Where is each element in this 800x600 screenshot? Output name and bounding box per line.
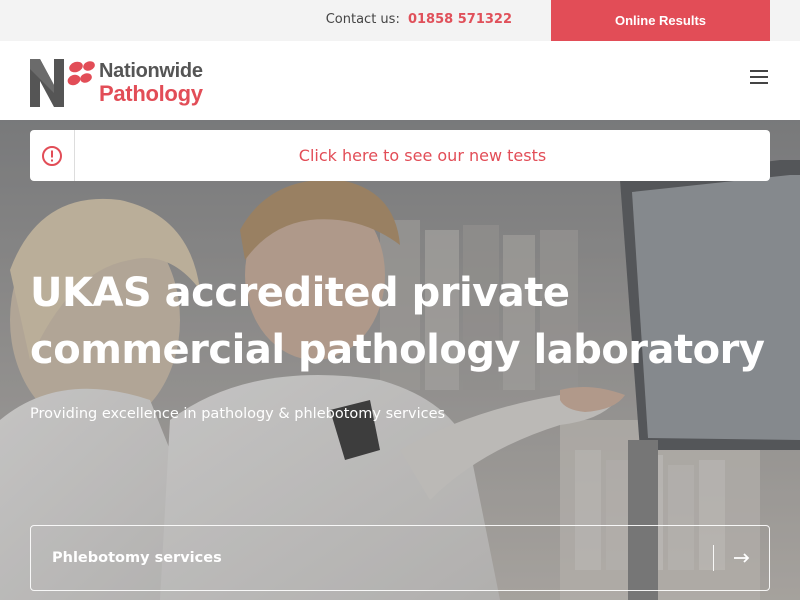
phlebotomy-services-button[interactable]: Phlebotomy services [30, 525, 770, 591]
service-label: Phlebotomy services [52, 550, 222, 566]
logo-line-2: Pathology [99, 81, 203, 106]
hero-title-line-2: commercial pathology laboratory [30, 327, 765, 373]
hero-subtitle: Providing excellence in pathology & phle… [30, 406, 446, 422]
hero-section: Click here to see our new tests UKAS acc… [0, 120, 800, 600]
arrow-right-icon [713, 545, 769, 571]
contact-info: Contact us: 01858 571322 [326, 12, 512, 27]
top-bar: Contact us: 01858 571322 Online Results [0, 0, 800, 41]
logo[interactable]: Nationwide Pathology [30, 59, 230, 107]
logo-wordmark: Nationwide Pathology [99, 61, 203, 105]
alert-circle-icon [30, 130, 75, 181]
new-tests-notice[interactable]: Click here to see our new tests [30, 130, 770, 181]
new-tests-link[interactable]: Click here to see our new tests [75, 146, 770, 165]
logo-line-1: Nationwide [99, 60, 203, 82]
contact-label: Contact us: [325, 12, 400, 27]
logo-mark-icon [30, 59, 95, 107]
hero-title-line-1: UKAS accredited private [30, 270, 570, 316]
site-header: Nationwide Pathology [0, 41, 800, 120]
phone-number-link[interactable]: 01858 571322 [408, 12, 512, 27]
online-results-button[interactable]: Online Results [551, 0, 770, 41]
hero-title: UKAS accredited private commercial patho… [30, 265, 790, 379]
hamburger-icon[interactable] [750, 70, 768, 84]
